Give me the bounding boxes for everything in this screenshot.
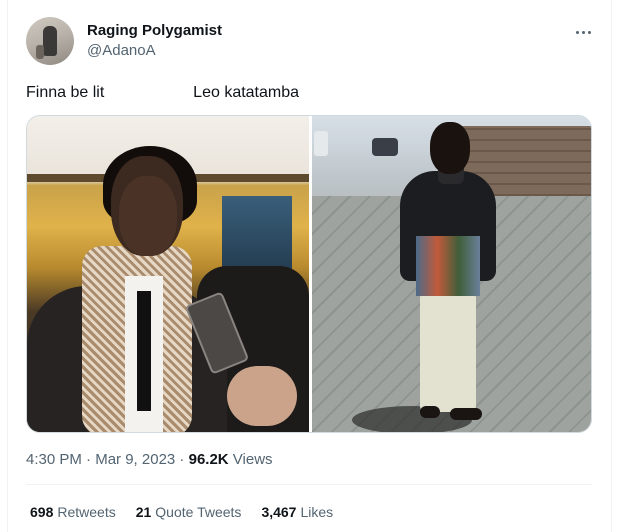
author-handle[interactable]: @AdanoA [87,42,156,59]
meta-separator: · [81,451,96,468]
more-options-icon[interactable] [572,22,596,42]
frame-right-border [611,0,612,532]
avatar-figure-secondary [36,45,44,59]
quote-tweets-count: 21 [135,504,152,520]
media-photo-right[interactable] [312,116,591,432]
frame-left-border [7,0,8,532]
author-display-name[interactable]: Raging Polygamist [87,22,222,39]
quote-tweets-stat[interactable]: 21 Quote Tweets [136,504,242,520]
meta-separator: · [175,451,189,468]
retweets-count: 698 [30,504,54,520]
photo-detail [314,131,328,156]
photo-detail [416,236,480,296]
views-count: 96.2K [188,451,229,468]
photo-detail [450,408,482,420]
photo-detail [420,292,476,412]
retweets-label: Retweets [57,504,116,520]
retweets-stat[interactable]: 698 Retweets [30,504,116,520]
tweet-meta: 4:30 PM · Mar 9, 2023 · 96.2K Views [26,451,273,468]
quote-tweets-label: Quote Tweets [155,504,242,520]
views-label: Views [228,451,273,468]
photo-detail [119,176,177,256]
tweet-text: Finna be lit Leo katatamba [26,84,300,101]
tweet-date[interactable]: Mar 9, 2023 [95,451,175,468]
media-photo-left[interactable] [27,116,309,432]
more-dot [576,31,579,34]
likes-count: 3,467 [261,504,297,520]
photo-detail [420,406,440,418]
likes-label: Likes [300,504,334,520]
likes-stat[interactable]: 3,467 Likes [261,504,333,520]
photo-detail [430,122,470,174]
more-dot [582,31,585,34]
more-dot [588,31,591,34]
photo-detail [137,291,151,411]
photo-detail [372,138,398,156]
tweet-stats: 698 Retweets 21 Quote Tweets 3,467 Likes [30,504,333,520]
avatar[interactable] [26,17,74,65]
photo-detail [227,366,297,426]
divider [26,484,592,485]
tweet-time[interactable]: 4:30 PM [26,451,82,468]
avatar-figure [43,26,57,56]
tweet-media [26,115,592,433]
